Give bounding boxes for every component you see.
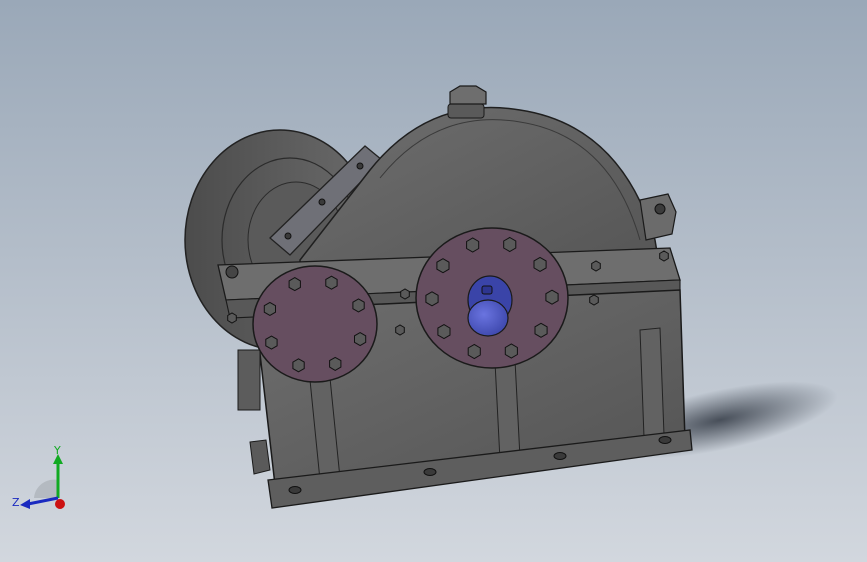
hex-bolt <box>263 301 276 316</box>
output-shaft[interactable] <box>467 275 513 337</box>
x-axis-dot <box>55 499 65 509</box>
lifting-lug[interactable] <box>639 193 677 241</box>
hex-bolt <box>292 358 305 373</box>
hex-bolt <box>265 335 278 350</box>
hex-bolt <box>395 324 405 336</box>
z-axis-label: Z <box>12 496 20 509</box>
hex-bolt <box>227 312 237 324</box>
hex-bolt <box>591 260 601 272</box>
y-axis-label: Y <box>53 444 61 457</box>
hex-bolt <box>589 294 599 306</box>
left-bearing-cover[interactable] <box>252 265 378 383</box>
axis-triad: Y Z <box>12 444 65 509</box>
hex-bolt <box>354 332 367 347</box>
hex-bolt <box>437 324 451 340</box>
gearbox-model[interactable] <box>0 0 867 562</box>
hex-bolt <box>504 343 518 359</box>
hex-bolt <box>329 356 342 371</box>
breather-plug[interactable] <box>447 85 487 119</box>
hex-bolt <box>325 275 338 290</box>
hex-bolt <box>659 250 669 262</box>
hex-bolt <box>467 343 481 360</box>
hex-bolt <box>503 236 517 253</box>
cad-viewport[interactable]: Y Z <box>0 0 867 562</box>
triad-quadrant <box>34 479 58 498</box>
hex-bolt <box>352 298 365 313</box>
hex-bolt <box>436 258 450 274</box>
hex-bolt <box>534 322 548 338</box>
hex-bolt <box>425 291 439 307</box>
hex-bolt <box>288 277 301 292</box>
hex-bolt <box>400 288 410 300</box>
z-axis-arrow <box>20 499 30 509</box>
hex-bolt <box>533 256 547 272</box>
z-axis-line <box>27 496 59 506</box>
hex-bolt <box>545 289 559 305</box>
hex-bolt <box>466 237 480 253</box>
